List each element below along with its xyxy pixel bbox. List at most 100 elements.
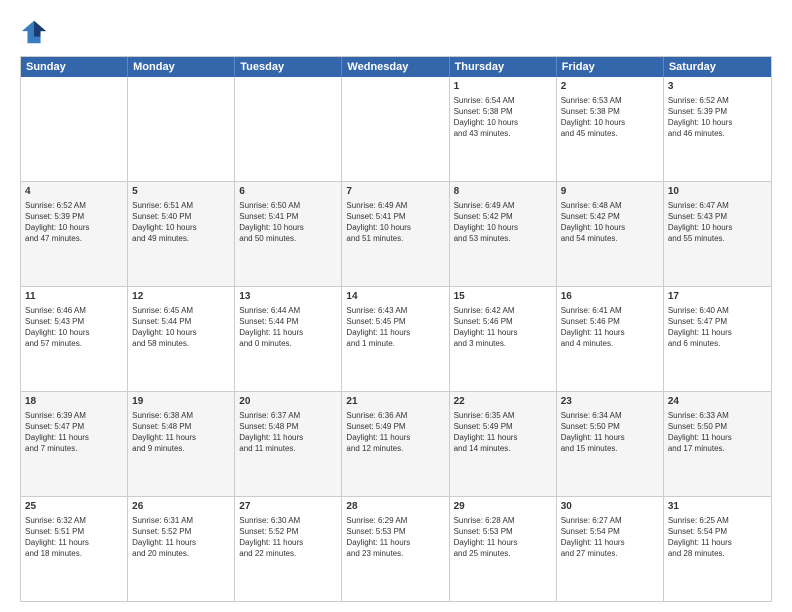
cell-text: Sunrise: 6:47 AM [668, 200, 767, 211]
cell-text: Sunrise: 6:27 AM [561, 515, 659, 526]
cell-text: Sunrise: 6:38 AM [132, 410, 230, 421]
header-day-sunday: Sunday [21, 57, 128, 77]
header-day-wednesday: Wednesday [342, 57, 449, 77]
cell-text: and 3 minutes. [454, 338, 552, 349]
cell-text: Sunset: 5:46 PM [454, 316, 552, 327]
day-number: 21 [346, 395, 444, 409]
cal-cell: 2Sunrise: 6:53 AMSunset: 5:38 PMDaylight… [557, 77, 664, 181]
cell-text: and 57 minutes. [25, 338, 123, 349]
cal-cell: 29Sunrise: 6:28 AMSunset: 5:53 PMDayligh… [450, 497, 557, 601]
cell-text: and 7 minutes. [25, 443, 123, 454]
day-number: 30 [561, 500, 659, 514]
cal-cell: 23Sunrise: 6:34 AMSunset: 5:50 PMDayligh… [557, 392, 664, 496]
cell-text: Daylight: 11 hours [668, 327, 767, 338]
cell-text: Daylight: 11 hours [668, 537, 767, 548]
header [20, 18, 772, 46]
cell-text: Sunset: 5:42 PM [561, 211, 659, 222]
cell-text: Daylight: 11 hours [132, 432, 230, 443]
cell-text: Sunset: 5:50 PM [668, 421, 767, 432]
cell-text: and 0 minutes. [239, 338, 337, 349]
cell-text: Daylight: 10 hours [454, 117, 552, 128]
cal-cell: 20Sunrise: 6:37 AMSunset: 5:48 PMDayligh… [235, 392, 342, 496]
cell-text: Sunset: 5:39 PM [25, 211, 123, 222]
cell-text: Sunset: 5:47 PM [25, 421, 123, 432]
cell-text: Sunrise: 6:37 AM [239, 410, 337, 421]
cell-text: and 58 minutes. [132, 338, 230, 349]
cell-text: Sunrise: 6:45 AM [132, 305, 230, 316]
cell-text: Sunset: 5:40 PM [132, 211, 230, 222]
cell-text: Sunrise: 6:39 AM [25, 410, 123, 421]
day-number: 26 [132, 500, 230, 514]
cell-text: and 54 minutes. [561, 233, 659, 244]
cal-cell: 11Sunrise: 6:46 AMSunset: 5:43 PMDayligh… [21, 287, 128, 391]
cal-cell: 24Sunrise: 6:33 AMSunset: 5:50 PMDayligh… [664, 392, 771, 496]
cell-text: and 20 minutes. [132, 548, 230, 559]
cell-text: and 45 minutes. [561, 128, 659, 139]
cal-row-1: 4Sunrise: 6:52 AMSunset: 5:39 PMDaylight… [21, 181, 771, 286]
cal-cell: 1Sunrise: 6:54 AMSunset: 5:38 PMDaylight… [450, 77, 557, 181]
cal-row-0: 1Sunrise: 6:54 AMSunset: 5:38 PMDaylight… [21, 77, 771, 181]
cell-text: Sunrise: 6:30 AM [239, 515, 337, 526]
day-number: 8 [454, 185, 552, 199]
cell-text: Daylight: 10 hours [561, 117, 659, 128]
cell-text: and 25 minutes. [454, 548, 552, 559]
cell-text: Sunset: 5:54 PM [668, 526, 767, 537]
cell-text: Sunset: 5:51 PM [25, 526, 123, 537]
cal-cell: 16Sunrise: 6:41 AMSunset: 5:46 PMDayligh… [557, 287, 664, 391]
cell-text: and 1 minute. [346, 338, 444, 349]
header-day-tuesday: Tuesday [235, 57, 342, 77]
cal-cell: 7Sunrise: 6:49 AMSunset: 5:41 PMDaylight… [342, 182, 449, 286]
cell-text: Sunset: 5:43 PM [25, 316, 123, 327]
cell-text: and 47 minutes. [25, 233, 123, 244]
header-day-monday: Monday [128, 57, 235, 77]
day-number: 3 [668, 80, 767, 94]
logo-icon [20, 18, 48, 46]
day-number: 23 [561, 395, 659, 409]
cell-text: Sunrise: 6:51 AM [132, 200, 230, 211]
cal-row-2: 11Sunrise: 6:46 AMSunset: 5:43 PMDayligh… [21, 286, 771, 391]
header-day-friday: Friday [557, 57, 664, 77]
cell-text: Sunset: 5:49 PM [454, 421, 552, 432]
cell-text: Sunrise: 6:43 AM [346, 305, 444, 316]
cell-text: Sunset: 5:48 PM [239, 421, 337, 432]
cell-text: Daylight: 11 hours [561, 327, 659, 338]
calendar-body: 1Sunrise: 6:54 AMSunset: 5:38 PMDaylight… [21, 77, 771, 601]
day-number: 12 [132, 290, 230, 304]
day-number: 31 [668, 500, 767, 514]
cell-text: Sunset: 5:44 PM [239, 316, 337, 327]
cell-text: Sunrise: 6:36 AM [346, 410, 444, 421]
cell-text: and 18 minutes. [25, 548, 123, 559]
cell-text: Sunrise: 6:31 AM [132, 515, 230, 526]
cell-text: Daylight: 11 hours [346, 432, 444, 443]
cell-text: Daylight: 10 hours [561, 222, 659, 233]
day-number: 13 [239, 290, 337, 304]
cell-text: and 49 minutes. [132, 233, 230, 244]
cell-text: Sunrise: 6:28 AM [454, 515, 552, 526]
cell-text: Sunrise: 6:32 AM [25, 515, 123, 526]
day-number: 7 [346, 185, 444, 199]
day-number: 29 [454, 500, 552, 514]
cell-text: Sunset: 5:38 PM [454, 106, 552, 117]
day-number: 20 [239, 395, 337, 409]
cell-text: Daylight: 10 hours [668, 222, 767, 233]
cell-text: Sunrise: 6:44 AM [239, 305, 337, 316]
logo [20, 18, 52, 46]
cal-cell: 18Sunrise: 6:39 AMSunset: 5:47 PMDayligh… [21, 392, 128, 496]
cal-row-4: 25Sunrise: 6:32 AMSunset: 5:51 PMDayligh… [21, 496, 771, 601]
cell-text: Sunrise: 6:48 AM [561, 200, 659, 211]
day-number: 5 [132, 185, 230, 199]
cell-text: Daylight: 11 hours [561, 432, 659, 443]
cell-text: and 12 minutes. [346, 443, 444, 454]
cell-text: Sunset: 5:49 PM [346, 421, 444, 432]
cal-cell: 14Sunrise: 6:43 AMSunset: 5:45 PMDayligh… [342, 287, 449, 391]
day-number: 28 [346, 500, 444, 514]
cell-text: and 51 minutes. [346, 233, 444, 244]
cal-cell: 22Sunrise: 6:35 AMSunset: 5:49 PMDayligh… [450, 392, 557, 496]
cell-text: and 28 minutes. [668, 548, 767, 559]
cell-text: Daylight: 11 hours [25, 432, 123, 443]
cell-text: Daylight: 10 hours [132, 327, 230, 338]
day-number: 18 [25, 395, 123, 409]
day-number: 11 [25, 290, 123, 304]
cell-text: Sunrise: 6:35 AM [454, 410, 552, 421]
cell-text: Daylight: 11 hours [132, 537, 230, 548]
